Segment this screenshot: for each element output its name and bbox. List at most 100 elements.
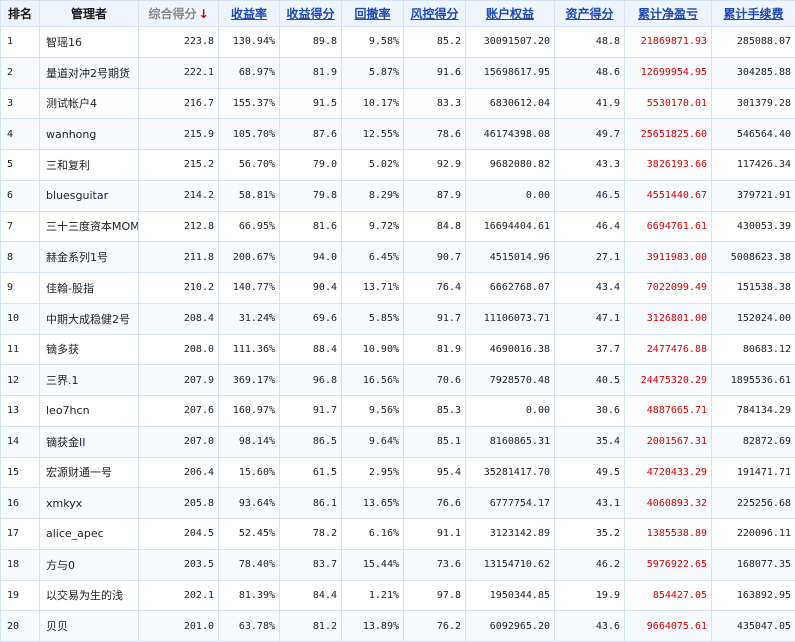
cell-manager-name[interactable]: 量道对冲2号期货 bbox=[40, 57, 139, 88]
header-return-rate[interactable]: 收益率 bbox=[219, 1, 280, 27]
header-drawdown[interactable]: 回撤率 bbox=[342, 1, 404, 27]
cell-fees: 301379.28 bbox=[712, 88, 795, 119]
cell-net-profit: 1385538.89 bbox=[625, 519, 712, 550]
table-row: 6bluesguitar214.258.81%79.88.29%87.90.00… bbox=[1, 180, 795, 211]
cell-total-score: 207.0 bbox=[139, 426, 219, 457]
cell-total-score: 207.6 bbox=[139, 396, 219, 427]
cell-return-score: 91.5 bbox=[280, 88, 342, 119]
table-row: 9佳翰-股指210.2140.77%90.413.71%76.46662768.… bbox=[1, 273, 795, 304]
cell-fees: 435047.05 bbox=[712, 611, 795, 642]
cell-fees: 430053.39 bbox=[712, 211, 795, 242]
cell-total-score: 201.0 bbox=[139, 611, 219, 642]
table-row: 7三十三度资本MOM212.866.95%81.69.72%84.8166944… bbox=[1, 211, 795, 242]
cell-total-score: 216.7 bbox=[139, 88, 219, 119]
cell-drawdown: 16.56% bbox=[342, 365, 404, 396]
cell-rank: 16 bbox=[1, 488, 40, 519]
cell-risk-score: 76.2 bbox=[404, 611, 466, 642]
cell-rank: 17 bbox=[1, 519, 40, 550]
cell-manager-name[interactable]: bluesguitar bbox=[40, 180, 139, 211]
cell-equity: 6092965.20 bbox=[466, 611, 555, 642]
cell-rank: 4 bbox=[1, 119, 40, 150]
cell-manager-name[interactable]: wanhong bbox=[40, 119, 139, 150]
cell-rank: 20 bbox=[1, 611, 40, 642]
header-fees[interactable]: 累计手续费 bbox=[712, 1, 795, 27]
cell-drawdown: 10.90% bbox=[342, 334, 404, 365]
cell-rank: 14 bbox=[1, 426, 40, 457]
cell-return-rate: 63.78% bbox=[219, 611, 280, 642]
cell-rank: 5 bbox=[1, 150, 40, 181]
cell-manager-name[interactable]: 宏源财通一号 bbox=[40, 457, 139, 488]
cell-rank: 13 bbox=[1, 396, 40, 427]
cell-return-score: 81.2 bbox=[280, 611, 342, 642]
table-row: 16xmkyx205.893.64%86.113.65%76.66777754.… bbox=[1, 488, 795, 519]
cell-equity: 9682080.82 bbox=[466, 150, 555, 181]
cell-manager-name[interactable]: 方与0 bbox=[40, 549, 139, 580]
cell-total-score: 211.8 bbox=[139, 242, 219, 273]
sort-down-icon: ↓ bbox=[198, 7, 208, 21]
header-asset-score[interactable]: 资产得分 bbox=[555, 1, 625, 27]
table-row: 14镝获金II207.098.14%86.59.64%85.18160865.3… bbox=[1, 426, 795, 457]
cell-return-score: 84.4 bbox=[280, 580, 342, 611]
cell-return-rate: 52.45% bbox=[219, 519, 280, 550]
cell-equity: 4515014.96 bbox=[466, 242, 555, 273]
table-row: 3测试帐户4216.7155.37%91.510.17%83.36830612.… bbox=[1, 88, 795, 119]
table-row: 1智瑶16223.8130.94%89.89.58%85.230091507.2… bbox=[1, 27, 795, 58]
cell-rank: 3 bbox=[1, 88, 40, 119]
cell-manager-name[interactable]: 三和复利 bbox=[40, 150, 139, 181]
cell-equity: 3123142.89 bbox=[466, 519, 555, 550]
cell-equity: 13154710.62 bbox=[466, 549, 555, 580]
cell-equity: 11106073.71 bbox=[466, 303, 555, 334]
cell-manager-name[interactable]: 贝贝 bbox=[40, 611, 139, 642]
cell-manager-name[interactable]: 佳翰-股指 bbox=[40, 273, 139, 304]
header-equity[interactable]: 账户权益 bbox=[466, 1, 555, 27]
cell-return-rate: 98.14% bbox=[219, 426, 280, 457]
cell-asset-score: 49.7 bbox=[555, 119, 625, 150]
cell-manager-name[interactable]: 智瑶16 bbox=[40, 27, 139, 58]
cell-return-score: 79.8 bbox=[280, 180, 342, 211]
cell-total-score: 203.5 bbox=[139, 549, 219, 580]
cell-manager-name[interactable]: 镝多获 bbox=[40, 334, 139, 365]
cell-rank: 9 bbox=[1, 273, 40, 304]
cell-asset-score: 41.9 bbox=[555, 88, 625, 119]
cell-net-profit: 24475320.29 bbox=[625, 365, 712, 396]
cell-net-profit: 4060893.32 bbox=[625, 488, 712, 519]
cell-manager-name[interactable]: 三十三度资本MOM bbox=[40, 211, 139, 242]
cell-manager-name[interactable]: alice_apec bbox=[40, 519, 139, 550]
header-net-profit[interactable]: 累计净盈亏 bbox=[625, 1, 712, 27]
cell-risk-score: 95.4 bbox=[404, 457, 466, 488]
cell-return-rate: 155.37% bbox=[219, 88, 280, 119]
cell-manager-name[interactable]: 镝获金II bbox=[40, 426, 139, 457]
cell-risk-score: 91.6 bbox=[404, 57, 466, 88]
cell-fees: 220096.11 bbox=[712, 519, 795, 550]
cell-manager-name[interactable]: 中期大成稳健2号 bbox=[40, 303, 139, 334]
cell-return-score: 94.0 bbox=[280, 242, 342, 273]
cell-asset-score: 48.6 bbox=[555, 57, 625, 88]
table-row: 18方与0203.578.40%83.715.44%73.613154710.6… bbox=[1, 549, 795, 580]
header-total-score-label: 综合得分 bbox=[148, 7, 196, 21]
header-risk-score[interactable]: 风控得分 bbox=[404, 1, 466, 27]
cell-fees: 82872.69 bbox=[712, 426, 795, 457]
cell-manager-name[interactable]: leo7hcn bbox=[40, 396, 139, 427]
cell-risk-score: 85.2 bbox=[404, 27, 466, 58]
cell-drawdown: 9.58% bbox=[342, 27, 404, 58]
cell-manager-name[interactable]: xmkyx bbox=[40, 488, 139, 519]
table-row: 19以交易为生的浅202.181.39%84.41.21%97.81950344… bbox=[1, 580, 795, 611]
cell-return-rate: 78.40% bbox=[219, 549, 280, 580]
cell-total-score: 207.9 bbox=[139, 365, 219, 396]
cell-return-rate: 111.36% bbox=[219, 334, 280, 365]
cell-manager-name[interactable]: 三界.1 bbox=[40, 365, 139, 396]
table-row: 13leo7hcn207.6160.97%91.79.56%85.30.0030… bbox=[1, 396, 795, 427]
cell-risk-score: 73.6 bbox=[404, 549, 466, 580]
cell-risk-score: 85.1 bbox=[404, 426, 466, 457]
cell-return-rate: 140.77% bbox=[219, 273, 280, 304]
table-row: 15宏源财通一号206.415.60%61.52.95%95.435281417… bbox=[1, 457, 795, 488]
cell-manager-name[interactable]: 以交易为生的浅 bbox=[40, 580, 139, 611]
cell-risk-score: 92.9 bbox=[404, 150, 466, 181]
cell-manager-name[interactable]: 测试帐户4 bbox=[40, 88, 139, 119]
cell-net-profit: 4720433.29 bbox=[625, 457, 712, 488]
cell-rank: 11 bbox=[1, 334, 40, 365]
header-return-score[interactable]: 收益得分 bbox=[280, 1, 342, 27]
cell-manager-name[interactable]: 赫金系列1号 bbox=[40, 242, 139, 273]
header-total-score[interactable]: 综合得分↓ bbox=[139, 1, 219, 27]
cell-return-rate: 93.64% bbox=[219, 488, 280, 519]
